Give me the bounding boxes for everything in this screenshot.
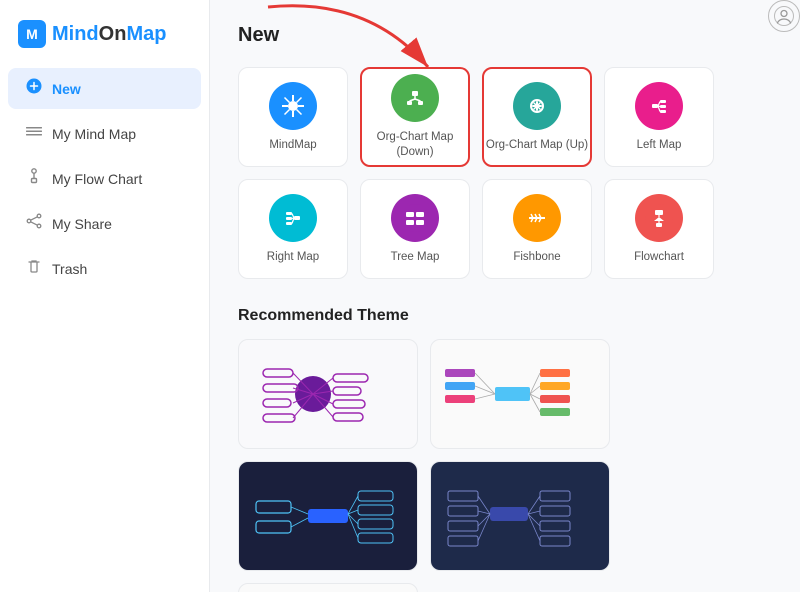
user-icon-container: [768, 0, 800, 32]
fishbone-icon: [513, 194, 561, 242]
flowchart-label: Flowchart: [634, 250, 684, 265]
theme-card-1[interactable]: [238, 339, 418, 449]
flowchart-icon: [635, 194, 683, 242]
sidebar-item-new[interactable]: New: [8, 68, 201, 109]
sidebar-item-my-flow-chart-label: My Flow Chart: [52, 171, 142, 187]
left-map-icon: [635, 82, 683, 130]
sidebar-item-my-mind-map[interactable]: My Mind Map: [8, 113, 201, 154]
theme-card-3[interactable]: [238, 461, 418, 571]
sidebar-item-my-share-label: My Share: [52, 216, 112, 232]
flow-chart-icon: [26, 168, 42, 189]
theme-card-2[interactable]: [430, 339, 610, 449]
trash-icon: [26, 258, 42, 279]
sidebar-item-my-share[interactable]: My Share: [8, 203, 201, 244]
map-item-left-map[interactable]: Left Map: [604, 67, 714, 167]
user-avatar-button[interactable]: [768, 0, 800, 32]
org-chart-down-label: Org-Chart Map(Down): [377, 130, 454, 160]
logo-text: MindOnMap: [52, 23, 166, 46]
map-item-mindmap[interactable]: MindMap: [238, 67, 348, 167]
mind-map-icon: [26, 123, 42, 144]
tree-map-label: Tree Map: [391, 250, 440, 265]
sidebar-item-new-label: New: [52, 81, 81, 97]
org-chart-up-label: Org-Chart Map (Up): [486, 138, 588, 153]
plus-icon: [26, 78, 42, 99]
share-icon: [26, 213, 42, 234]
org-chart-down-icon: [391, 74, 439, 122]
theme-card-5[interactable]: [238, 583, 418, 592]
sidebar-item-my-mind-map-label: My Mind Map: [52, 126, 136, 142]
mindmap-label: MindMap: [269, 138, 316, 153]
sidebar-item-trash-label: Trash: [52, 261, 87, 277]
sidebar-item-my-flow-chart[interactable]: My Flow Chart: [8, 158, 201, 199]
org-chart-up-icon: [513, 82, 561, 130]
map-items-container: MindMap Org-Chart Map(Down): [238, 67, 772, 279]
map-item-fishbone[interactable]: Fishbone: [482, 179, 592, 279]
logo-icon: M: [18, 20, 46, 48]
map-item-tree-map[interactable]: Tree Map: [360, 179, 470, 279]
recommended-theme-title: Recommended Theme: [238, 307, 772, 325]
map-item-org-chart-down[interactable]: Org-Chart Map(Down): [360, 67, 470, 167]
map-item-flowchart[interactable]: Flowchart: [604, 179, 714, 279]
section-title-new: New: [238, 24, 772, 47]
map-grid: MindMap Org-Chart Map(Down): [238, 67, 772, 279]
left-map-label: Left Map: [637, 138, 682, 153]
map-item-org-chart-up[interactable]: Org-Chart Map (Up): [482, 67, 592, 167]
sidebar-item-trash[interactable]: Trash: [8, 248, 201, 289]
right-map-icon: [269, 194, 317, 242]
theme-card-4[interactable]: [430, 461, 610, 571]
map-item-right-map[interactable]: Right Map: [238, 179, 348, 279]
mindmap-icon: [269, 82, 317, 130]
right-map-label: Right Map: [267, 250, 319, 265]
sidebar: M MindOnMap New My Mind Map My Flow Char…: [0, 0, 210, 592]
logo: M MindOnMap: [0, 10, 209, 66]
theme-grid: [238, 339, 772, 592]
tree-map-icon: [391, 194, 439, 242]
recommended-theme-section: Recommended Theme: [238, 307, 772, 592]
main-content: New: [210, 0, 800, 592]
fishbone-label: Fishbone: [513, 250, 560, 265]
